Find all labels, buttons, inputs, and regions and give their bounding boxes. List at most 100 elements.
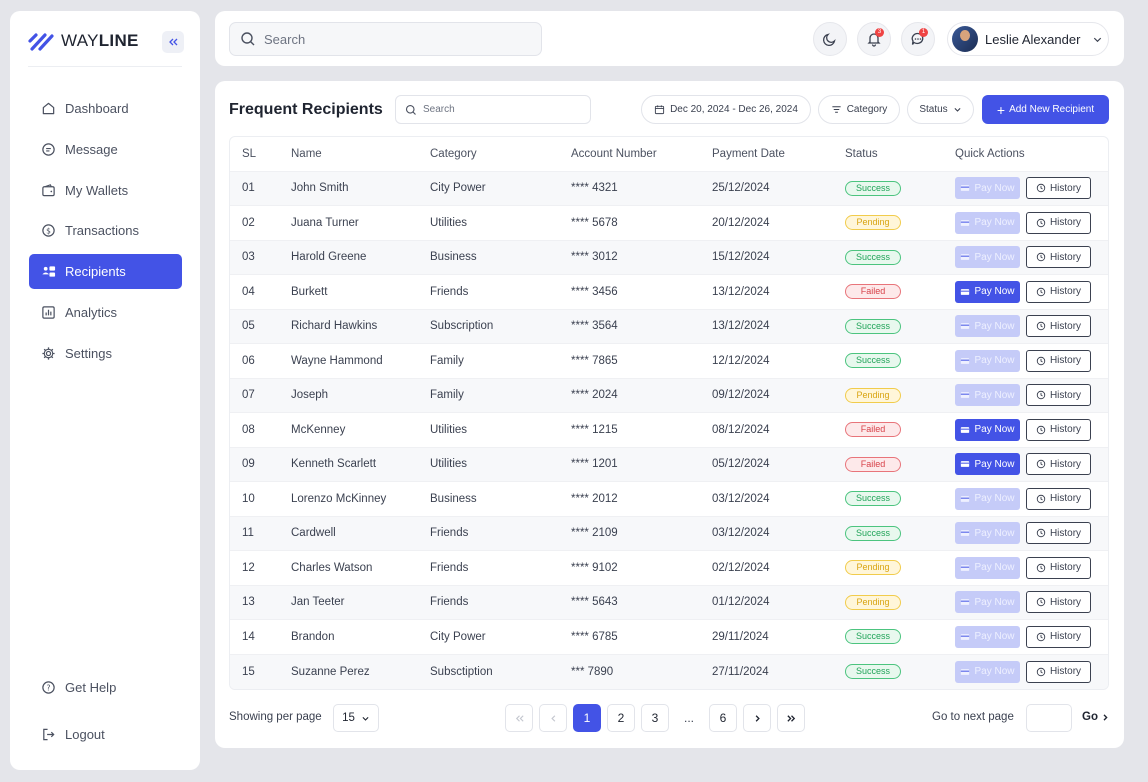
table-row[interactable]: 13 Jan Teeter Friends **** 5643 01/12/2024 Pe… [230, 585, 1108, 620]
pay-now-button[interactable]: Pay Now [955, 280, 1020, 303]
table-row[interactable]: 01 John Smith City Power **** 4321 25/12/202… [230, 171, 1108, 206]
history-button[interactable]: History [1026, 418, 1091, 441]
global-search[interactable] [229, 22, 542, 56]
last-page-button[interactable] [777, 704, 805, 732]
pay-now-button[interactable]: Pay Now [955, 177, 1020, 200]
table-row[interactable]: 03 Harold Greene Business **** 3012 15/12/20… [230, 240, 1108, 275]
status-badge: Success [845, 629, 901, 645]
pay-now-button[interactable]: Pay Now [955, 349, 1020, 372]
table-row[interactable]: 12 Charles Watson Friends **** 9102 02/12/20… [230, 550, 1108, 586]
status-filter[interactable]: Status [907, 95, 974, 124]
cell-account-number: **** 5678 [571, 216, 618, 229]
sidebar-item-transactions[interactable]: $ Transactions [29, 213, 182, 248]
column-header-payment-date[interactable]: Payment Date [700, 137, 833, 171]
column-header-sl[interactable]: SL [230, 137, 277, 171]
filter-icon [832, 106, 841, 113]
go-button[interactable]: Go [1082, 711, 1110, 723]
cell-quick-actions: Pay Now History [943, 585, 1108, 620]
table-row[interactable]: 09 Kenneth Scarlett Utilities **** 1201 05/1… [230, 447, 1108, 482]
clock-icon [1036, 494, 1046, 503]
status-badge: Success [845, 491, 901, 507]
history-button[interactable]: History [1026, 349, 1091, 372]
table-row[interactable]: 11 Cardwell Friends **** 2109 03/12/2024 Succ… [230, 516, 1108, 551]
history-button[interactable]: History [1026, 556, 1091, 579]
table-row[interactable]: 05 Richard Hawkins Subscription **** 3564 13… [230, 309, 1108, 344]
cell-name: Juana Turner [291, 216, 359, 229]
column-header-account-number[interactable]: Account Number [559, 137, 700, 171]
pay-now-button[interactable]: Pay Now [955, 591, 1020, 614]
column-header-name[interactable]: Name [277, 137, 418, 171]
history-button[interactable]: History [1026, 522, 1091, 545]
recipients-search[interactable] [395, 95, 591, 124]
cell-sl: 04 [242, 285, 255, 298]
pay-now-button[interactable]: Pay Now [955, 625, 1020, 648]
prev-page-button[interactable] [539, 704, 567, 732]
get-help-link[interactable]: ? Get Help [29, 670, 182, 705]
history-button[interactable]: History [1026, 280, 1091, 303]
history-button[interactable]: History [1026, 211, 1091, 234]
page-button-1[interactable]: 1 [573, 704, 601, 732]
history-button[interactable]: History [1026, 660, 1091, 683]
pay-now-button[interactable]: Pay Now [955, 211, 1020, 234]
table-row[interactable]: 07 Joseph Family **** 2024 09/12/2024 Pending… [230, 378, 1108, 413]
history-button[interactable]: History [1026, 384, 1091, 407]
first-page-button[interactable] [505, 704, 533, 732]
sidebar-item-message[interactable]: Message [29, 132, 182, 167]
table-row[interactable]: 04 Burkett Friends **** 3456 13/12/2024 Faile… [230, 274, 1108, 310]
pay-now-button[interactable]: Pay Now [955, 660, 1020, 683]
pay-now-button[interactable]: Pay Now [955, 315, 1020, 338]
table-row[interactable]: 02 Juana Turner Utilities **** 5678 20/12/20… [230, 205, 1108, 241]
notifications-button[interactable]: 3 [857, 22, 891, 56]
status-badge: Success [845, 664, 901, 679]
next-page-button[interactable] [743, 704, 771, 732]
history-button[interactable]: History [1026, 177, 1091, 200]
table-row[interactable]: 14 Brandon City Power **** 6785 29/11/2024 Su… [230, 619, 1108, 655]
pay-now-button[interactable]: Pay Now [955, 418, 1020, 441]
cell-sl: 15 [242, 665, 255, 678]
collapse-sidebar-button[interactable] [162, 31, 184, 53]
history-button[interactable]: History [1026, 246, 1091, 269]
page-button-3[interactable]: 3 [641, 704, 669, 732]
theme-toggle-button[interactable] [813, 22, 847, 56]
cell-sl: 12 [242, 561, 255, 574]
history-button[interactable]: History [1026, 487, 1091, 510]
pay-now-button[interactable]: Pay Now [955, 522, 1020, 545]
sidebar-item-recipients[interactable]: Recipients [29, 254, 182, 290]
sidebar-item-settings[interactable]: Settings [29, 336, 182, 371]
sidebar-item-my-wallets[interactable]: My Wallets [29, 173, 182, 208]
cell-category: Friends [430, 561, 469, 574]
date-range-picker[interactable]: Dec 20, 2024 - Dec 26, 2024 [641, 95, 811, 124]
column-header-category[interactable]: Category [418, 137, 559, 171]
sidebar-item-analytics[interactable]: Analytics [29, 295, 182, 330]
recipients-search-input[interactable] [423, 104, 573, 115]
pay-now-button[interactable]: Pay Now [955, 453, 1020, 476]
table-row[interactable]: 08 McKenney Utilities **** 1215 08/12/2024 Fa… [230, 412, 1108, 448]
add-new-recipient-button[interactable]: + Add New Recipient [982, 95, 1109, 124]
table-row[interactable]: 06 Wayne Hammond Family **** 7865 12/12/2024… [230, 343, 1108, 379]
pay-now-button[interactable]: Pay Now [955, 487, 1020, 510]
history-button[interactable]: History [1026, 625, 1091, 648]
table-row[interactable]: 15 Suzanne Perez Subsctiption *** 7890 27/11… [230, 654, 1108, 689]
per-page-select[interactable]: 15 [333, 704, 379, 732]
logout-link[interactable]: Logout [29, 717, 182, 752]
page-button-6[interactable]: 6 [709, 704, 737, 732]
pay-now-button[interactable]: Pay Now [955, 384, 1020, 407]
table-row[interactable]: 10 Lorenzo McKinney Business **** 2012 03/12… [230, 481, 1108, 517]
history-button[interactable]: History [1026, 315, 1091, 338]
cell-status: Failed [833, 275, 943, 310]
pay-now-button[interactable]: Pay Now [955, 246, 1020, 269]
pay-now-label: Pay Now [974, 286, 1015, 298]
pay-now-button[interactable]: Pay Now [955, 556, 1020, 579]
column-header-status[interactable]: Status [833, 137, 943, 171]
user-menu[interactable]: Leslie Alexander [947, 22, 1109, 56]
go-to-page-input[interactable] [1026, 704, 1072, 732]
page-button-2[interactable]: 2 [607, 704, 635, 732]
category-filter[interactable]: Category [818, 95, 900, 124]
sidebar-item-dashboard[interactable]: Dashboard [29, 91, 182, 126]
history-button[interactable]: History [1026, 591, 1091, 614]
global-search-input[interactable] [264, 31, 524, 47]
messages-button[interactable]: 1 [901, 22, 935, 56]
cell-name: Cardwell [291, 527, 336, 540]
brand-logo[interactable]: WAYLINE [28, 29, 139, 53]
history-button[interactable]: History [1026, 453, 1091, 476]
